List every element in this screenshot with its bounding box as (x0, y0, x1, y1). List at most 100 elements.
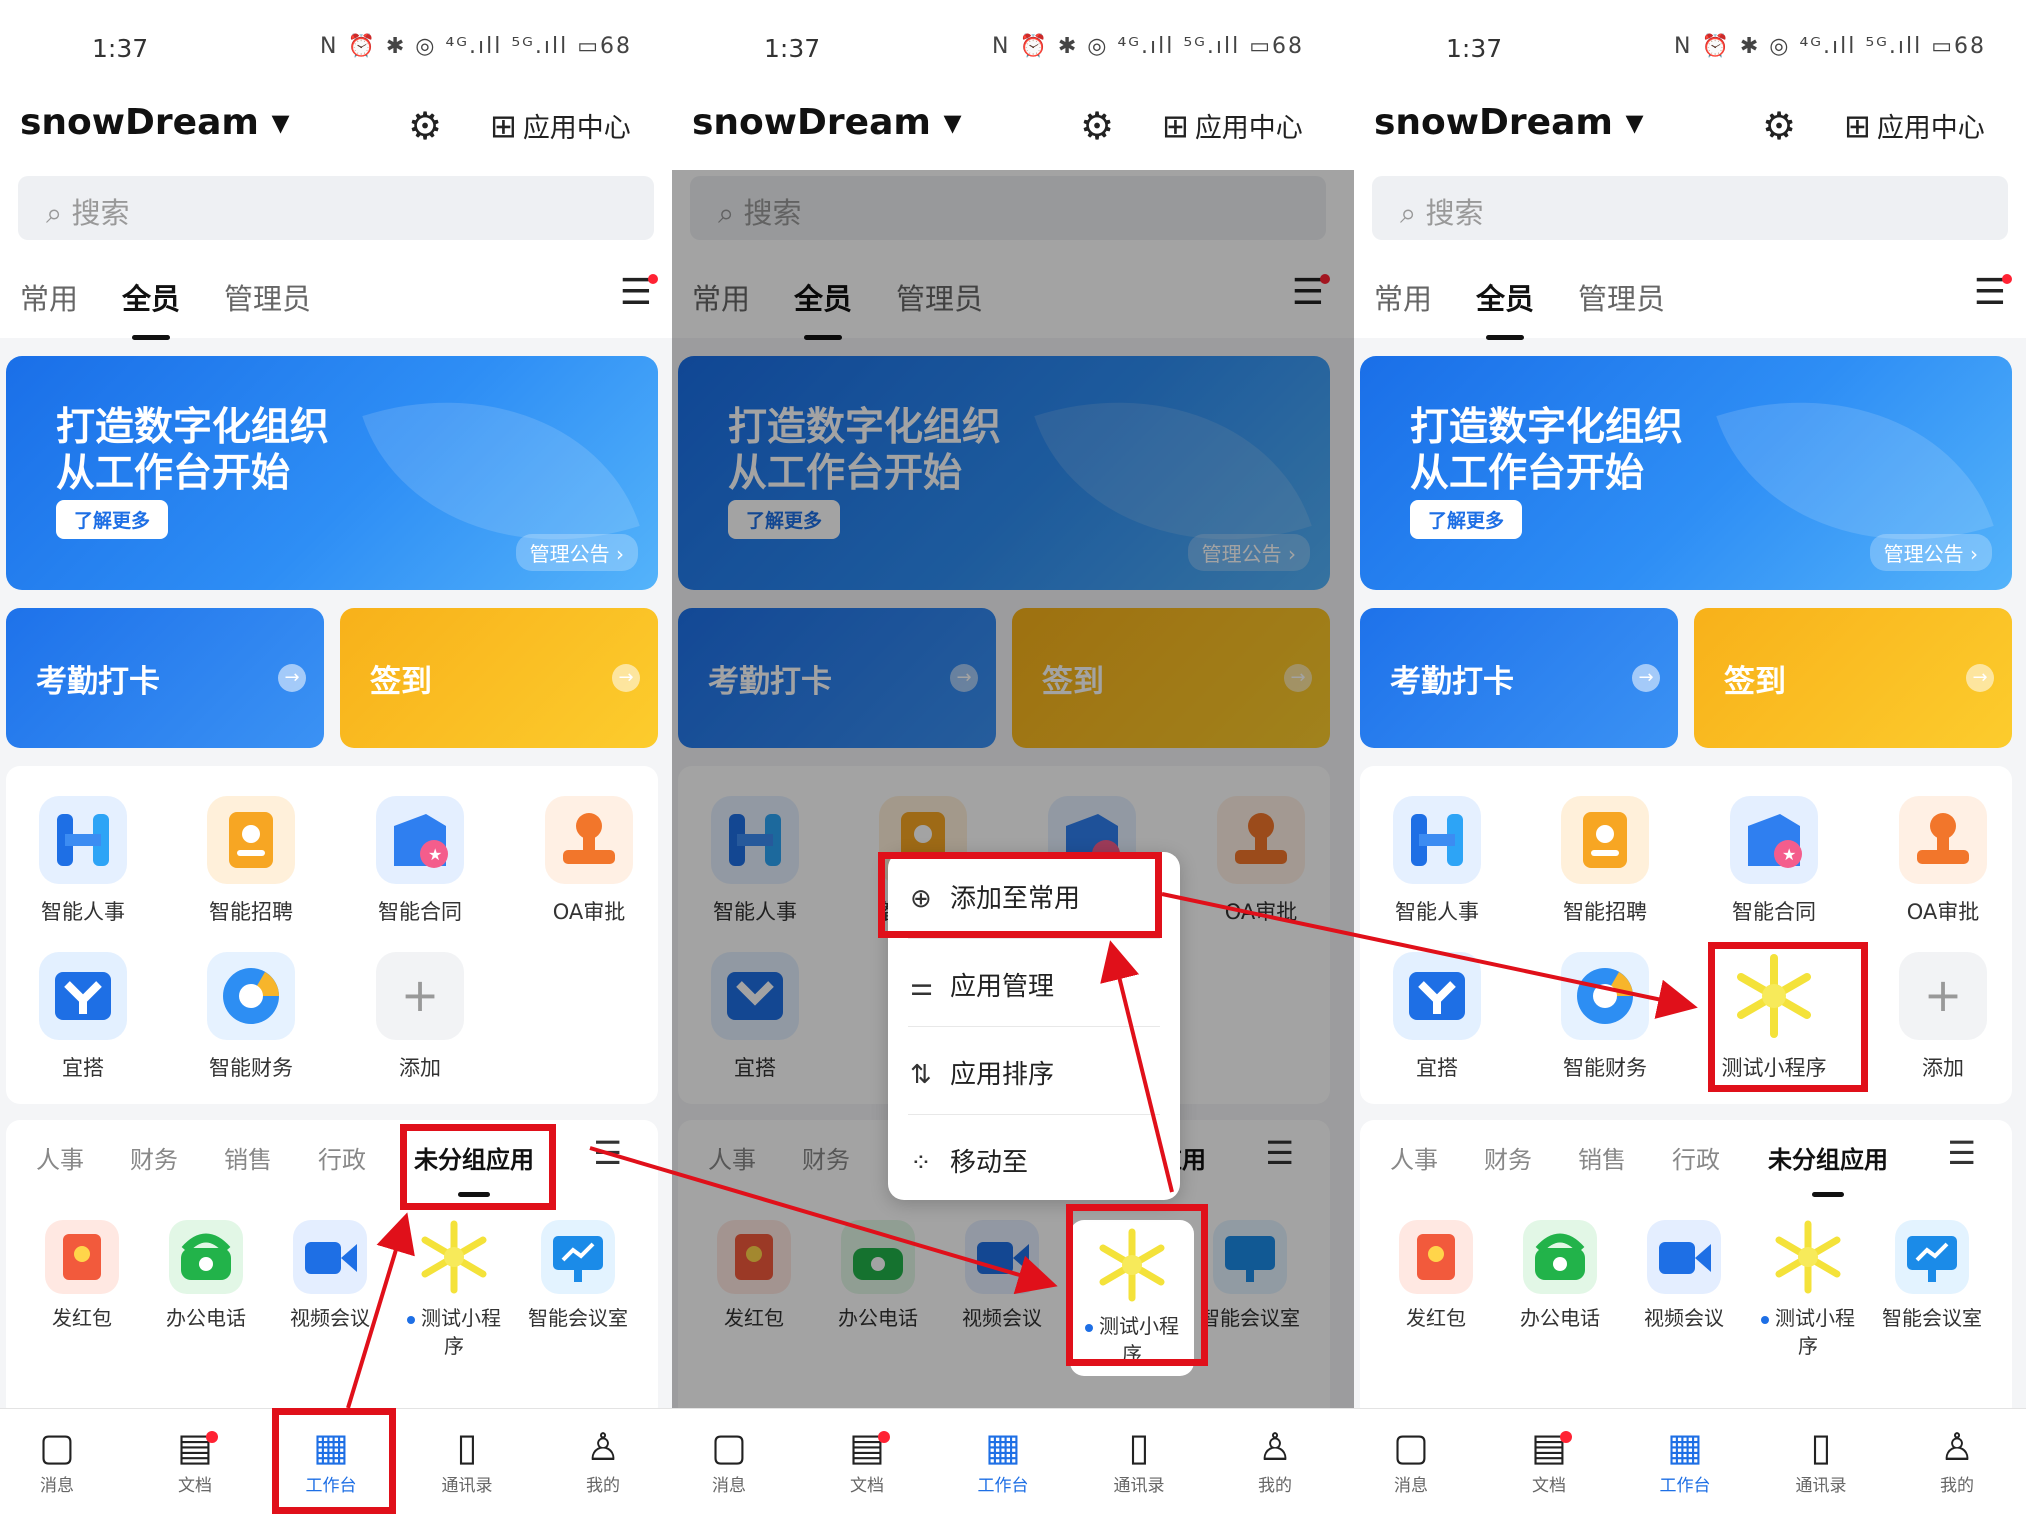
app-label: OA审批 (1906, 900, 1980, 924)
group-tab-ungrouped[interactable]: 未分组应用 (1768, 1140, 1888, 1197)
group-tab-sales[interactable]: 销售 (224, 1140, 272, 1175)
app-add[interactable]: + 添加 (1868, 952, 2018, 1082)
menu-app-management[interactable]: ⚌ 应用管理 (888, 940, 1180, 1026)
app-oa-approval[interactable]: OA审批 (514, 796, 664, 926)
app-center-button[interactable]: ⊞ 应用中心 (1162, 106, 1303, 145)
app-smart-recruit[interactable]: 智能招聘 (1530, 796, 1680, 926)
group-tab-admin[interactable]: 行政 (1672, 1140, 1720, 1175)
gear-icon[interactable]: ⚙ (1762, 104, 1796, 148)
tab-common[interactable]: 常用 (20, 276, 78, 318)
tab-admin[interactable]: 管理员 (1578, 276, 1665, 318)
app-oa-approval[interactable]: OA审批 (1868, 796, 2018, 926)
nav-workbench[interactable]: ▦ 工作台 (968, 1423, 1038, 1496)
app-test-miniprogram[interactable]: 测试小程 序 (394, 1220, 514, 1360)
nav-messages[interactable]: ▢ 消息 (22, 1423, 92, 1496)
app-add[interactable]: + 添加 (345, 952, 495, 1082)
gear-icon[interactable]: ⚙ (408, 104, 442, 148)
app-smart-meeting-room[interactable]: 智能会议室 (518, 1220, 638, 1332)
nav-messages[interactable]: ▢ 消息 (1376, 1423, 1446, 1496)
app-test-miniprogram[interactable]: 测试小程 序 (1748, 1220, 1868, 1360)
app-label: 智能会议室 (528, 1306, 628, 1330)
nav-label: 通讯录 (1795, 1476, 1847, 1496)
group-tab-hr[interactable]: 人事 (1390, 1140, 1438, 1175)
nav-label: 我的 (1258, 1476, 1292, 1496)
learn-more-button[interactable]: 了解更多 (1410, 500, 1523, 539)
search-input[interactable]: ⌕ 搜索 (1372, 176, 2008, 240)
status-time: 1:37 (92, 34, 149, 63)
menu-app-sort[interactable]: ⇅ 应用排序 (888, 1028, 1180, 1114)
app-label: 智能财务 (209, 1056, 293, 1080)
app-yida[interactable]: 宜搭 (8, 952, 158, 1082)
signin-card[interactable]: 签到 → (340, 608, 658, 748)
dim-overlay[interactable] (672, 170, 1354, 1408)
gear-icon[interactable]: ⚙ (1080, 104, 1114, 148)
promo-banner[interactable]: 打造数字化组织 从工作台开始 了解更多 管理公告 › (6, 356, 658, 590)
app-video-meeting[interactable]: 视频会议 (1624, 1220, 1744, 1332)
app-label: OA审批 (552, 900, 626, 924)
app-label-text: 测试小程 序 (421, 1306, 501, 1358)
app-smart-finance[interactable]: 智能财务 (1530, 952, 1680, 1082)
nav-profile[interactable]: ♙ 我的 (568, 1423, 638, 1496)
menu-move-to[interactable]: ⁘ 移动至 (888, 1116, 1180, 1202)
group-tab-sales[interactable]: 销售 (1578, 1140, 1626, 1175)
group-tab-admin[interactable]: 行政 (318, 1140, 366, 1175)
app-red-packet[interactable]: 发红包 (22, 1220, 142, 1332)
attendance-card[interactable]: 考勤打卡 → (6, 608, 324, 748)
app-video-meeting[interactable]: 视频会议 (270, 1220, 390, 1332)
attendance-label: 考勤打卡 (36, 664, 160, 700)
menu-label: 应用管理 (950, 972, 1055, 1002)
nav-label: 工作台 (1659, 1476, 1711, 1496)
tab-all-staff[interactable]: 全员 (122, 276, 180, 340)
app-yida[interactable]: 宜搭 (1362, 952, 1512, 1082)
nav-label: 通讯录 (441, 1476, 493, 1496)
org-switcher[interactable]: snowDream ▾ (20, 102, 290, 143)
nav-profile[interactable]: ♙ 我的 (1922, 1423, 1992, 1496)
signin-label: 签到 (370, 664, 432, 700)
document-icon: ▤ (177, 1425, 213, 1469)
nav-contacts[interactable]: ▯ 通讯录 (432, 1423, 502, 1496)
group-tab-finance[interactable]: 财务 (1484, 1140, 1532, 1175)
status-icons: N ⏰ ✱ ◎ ⁴ᴳ.ıll ⁵ᴳ.ıll ▭68 (320, 34, 632, 59)
app-center-button[interactable]: ⊞ 应用中心 (1844, 106, 1985, 145)
nav-docs[interactable]: ▤ 文档 (832, 1423, 902, 1496)
nav-profile[interactable]: ♙ 我的 (1240, 1423, 1310, 1496)
app-smart-hr[interactable]: 智能人事 (8, 796, 158, 926)
group-menu-icon[interactable]: ☰ (593, 1134, 622, 1172)
app-center-button[interactable]: ⊞ 应用中心 (490, 106, 631, 145)
learn-more-button[interactable]: 了解更多 (56, 500, 169, 539)
signin-card[interactable]: 签到 → (1694, 608, 2012, 748)
group-menu-icon[interactable]: ☰ (1947, 1134, 1976, 1172)
search-input[interactable]: ⌕ 搜索 (18, 176, 654, 240)
app-header: snowDream ▾ ⚙ ⊞ 应用中心 (1354, 86, 2026, 170)
nav-label: 消息 (40, 1476, 74, 1496)
nav-docs[interactable]: ▤ 文档 (160, 1423, 230, 1496)
admin-notice-link[interactable]: 管理公告 › (515, 534, 638, 571)
group-tab-finance[interactable]: 财务 (130, 1140, 178, 1175)
app-smart-contract[interactable]: ★ 智能合同 (345, 796, 495, 926)
status-icons: N ⏰ ✱ ◎ ⁴ᴳ.ıll ⁵ᴳ.ıll ▭68 (1674, 34, 1986, 59)
app-smart-meeting-room[interactable]: 智能会议室 (1872, 1220, 1992, 1332)
notification-dot (648, 274, 658, 284)
tab-admin[interactable]: 管理员 (224, 276, 311, 318)
nav-contacts[interactable]: ▯ 通讯录 (1786, 1423, 1856, 1496)
tab-all-staff[interactable]: 全员 (1476, 276, 1534, 340)
attendance-card[interactable]: 考勤打卡 → (1360, 608, 1678, 748)
app-smart-finance[interactable]: 智能财务 (176, 952, 326, 1082)
promo-banner[interactable]: 打造数字化组织 从工作台开始 了解更多 管理公告 › (1360, 356, 2012, 590)
tab-common[interactable]: 常用 (1374, 276, 1432, 318)
nav-contacts[interactable]: ▯ 通讯录 (1104, 1423, 1174, 1496)
app-office-phone[interactable]: 办公电话 (1500, 1220, 1620, 1332)
app-office-phone[interactable]: 办公电话 (146, 1220, 266, 1332)
org-switcher[interactable]: snowDream ▾ (692, 102, 962, 143)
app-smart-recruit[interactable]: 智能招聘 (176, 796, 326, 926)
nav-docs[interactable]: ▤ 文档 (1514, 1423, 1584, 1496)
nav-workbench[interactable]: ▦ 工作台 (1650, 1423, 1720, 1496)
group-tab-hr[interactable]: 人事 (36, 1140, 84, 1175)
admin-notice-link[interactable]: 管理公告 › (1869, 534, 1992, 571)
app-smart-hr[interactable]: 智能人事 (1362, 796, 1512, 926)
person-icon: ♙ (585, 1425, 621, 1469)
app-smart-contract[interactable]: ★ 智能合同 (1699, 796, 1849, 926)
org-switcher[interactable]: snowDream ▾ (1374, 102, 1644, 143)
app-red-packet[interactable]: 发红包 (1376, 1220, 1496, 1332)
nav-messages[interactable]: ▢ 消息 (694, 1423, 764, 1496)
